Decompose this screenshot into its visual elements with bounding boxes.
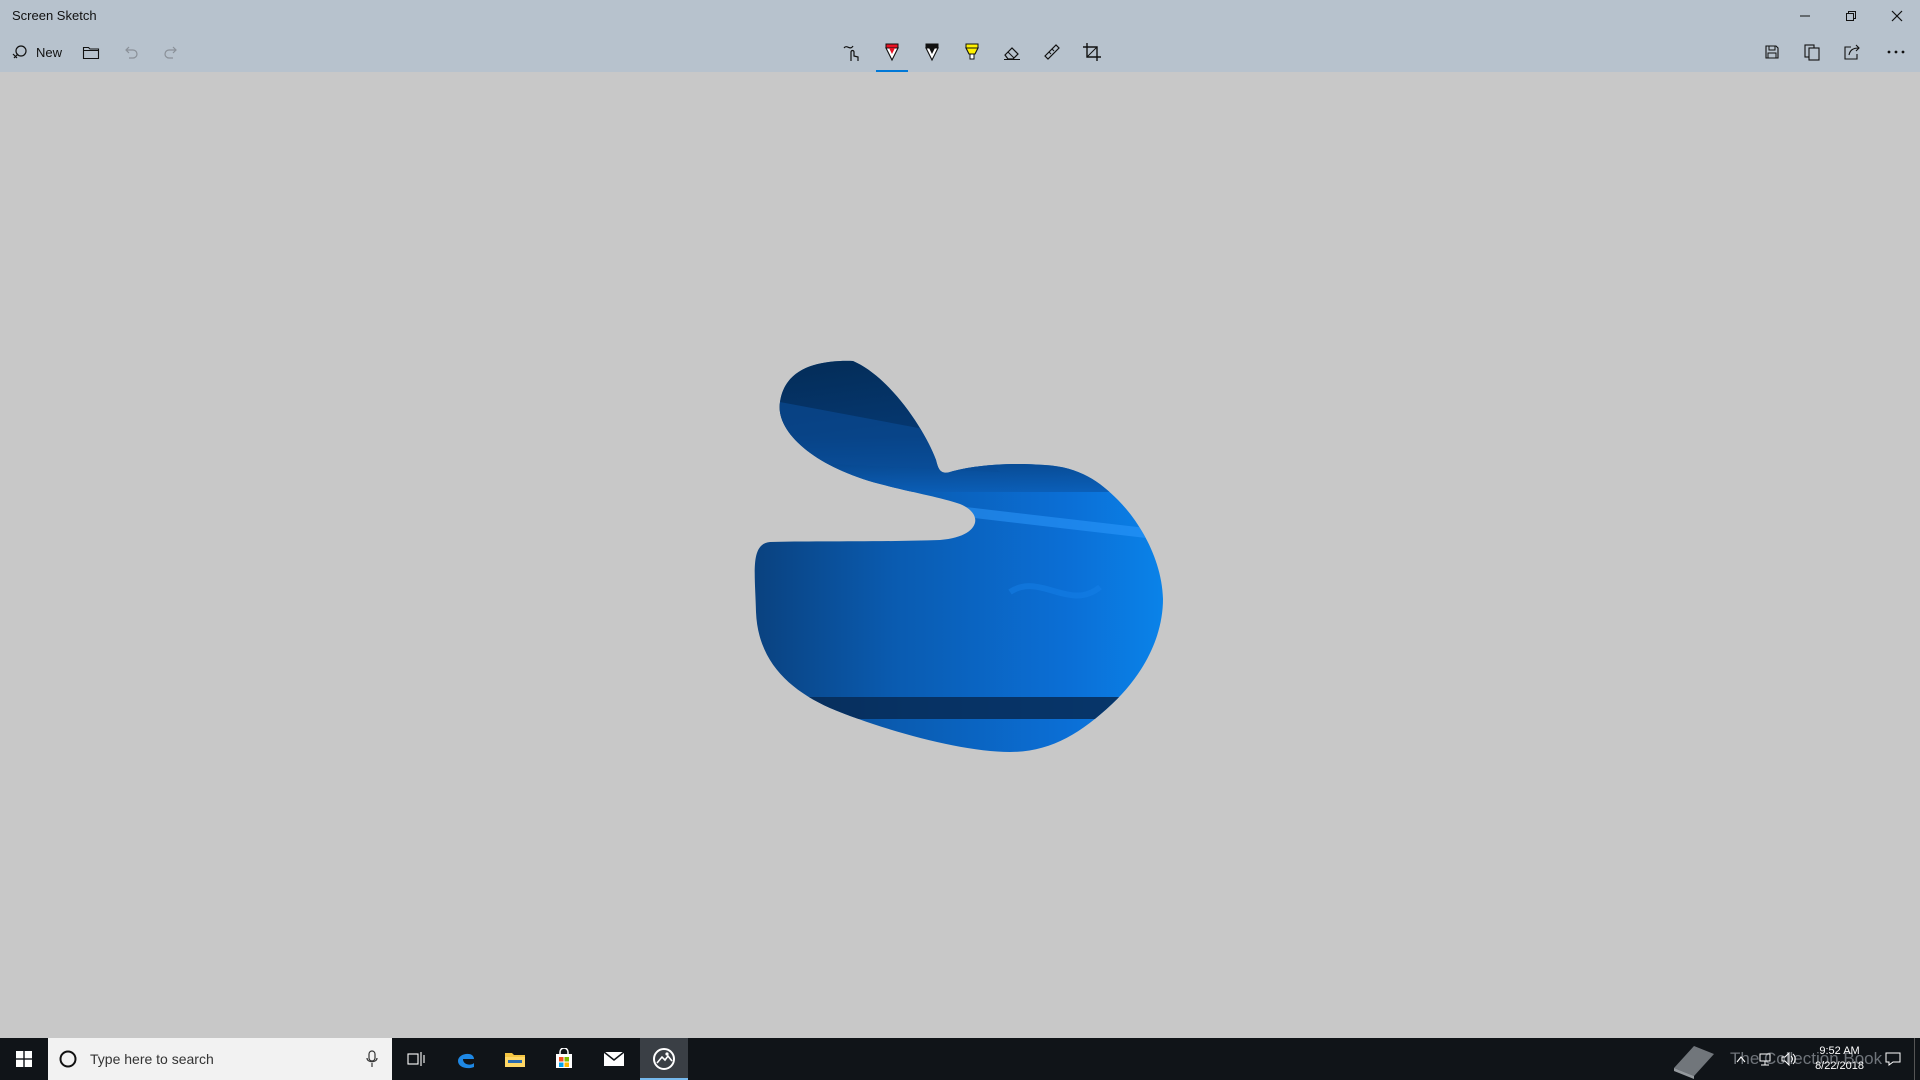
save-button[interactable] — [1752, 32, 1792, 72]
crop-button[interactable] — [1072, 32, 1112, 72]
screen-sketch-icon — [653, 1048, 675, 1070]
folder-icon — [82, 46, 100, 60]
highlighter-button[interactable] — [952, 32, 992, 72]
store-taskbar-button[interactable] — [540, 1038, 588, 1080]
crop-icon — [1083, 43, 1101, 61]
tray-overflow-button[interactable] — [1730, 1038, 1752, 1080]
clock-date: 8/22/2018 — [1815, 1060, 1864, 1072]
close-button[interactable] — [1874, 0, 1920, 32]
file-explorer-icon — [505, 1053, 525, 1067]
task-view-button[interactable] — [392, 1038, 440, 1080]
touch-writing-button[interactable] — [832, 32, 872, 72]
highlighter-icon — [965, 43, 979, 60]
touch-writing-icon — [843, 45, 859, 61]
mail-taskbar-button[interactable] — [590, 1038, 638, 1080]
minimize-icon — [1800, 15, 1810, 17]
screen-sketch-taskbar-button[interactable] — [640, 1038, 688, 1080]
clock-time: 9:52 AM — [1819, 1045, 1860, 1057]
task-view-icon — [407, 1052, 425, 1066]
network-tray-button[interactable] — [1754, 1038, 1776, 1080]
start-button[interactable] — [0, 1038, 48, 1080]
pencil-button[interactable] — [912, 32, 952, 72]
taskbar-clock[interactable]: 9:52 AM 8/22/2018 — [1815, 1044, 1864, 1074]
ballpoint-pen-icon — [885, 43, 899, 62]
notification-icon — [1885, 1052, 1901, 1066]
undo-icon — [125, 46, 138, 59]
microphone-icon[interactable] — [366, 1050, 378, 1068]
new-button-label: New — [36, 44, 63, 60]
redo-button[interactable] — [151, 32, 191, 72]
restore-icon — [1846, 11, 1856, 21]
watermark-book-logo — [1674, 1046, 1714, 1079]
mail-icon — [603, 1051, 625, 1066]
copy-button[interactable] — [1792, 32, 1832, 72]
pencil-icon — [925, 43, 939, 62]
file-explorer-taskbar-button[interactable] — [491, 1038, 539, 1080]
copy-icon — [1804, 44, 1820, 61]
show-desktop-button[interactable] — [1914, 1038, 1920, 1080]
restore-button[interactable] — [1828, 0, 1874, 32]
minimize-button[interactable] — [1782, 0, 1828, 32]
volume-icon — [1781, 1052, 1796, 1066]
ruler-button[interactable] — [1032, 32, 1072, 72]
more-button[interactable] — [1876, 32, 1916, 72]
undo-button[interactable] — [111, 32, 151, 72]
chevron-up-icon — [1736, 1056, 1746, 1063]
new-snip-icon — [12, 45, 27, 59]
cortana-icon — [59, 1050, 77, 1068]
share-button[interactable] — [1832, 32, 1872, 72]
taskbar: Type here to search The Collection Book … — [0, 1038, 1920, 1080]
redo-icon — [164, 46, 177, 59]
network-icon — [1759, 1053, 1771, 1066]
save-icon — [1765, 45, 1779, 59]
search-placeholder: Type here to search — [90, 1051, 214, 1067]
share-icon — [1844, 44, 1860, 60]
more-icon — [1887, 50, 1905, 54]
action-center-button[interactable] — [1878, 1038, 1908, 1080]
edge-taskbar-button[interactable] — [442, 1038, 490, 1080]
volume-tray-button[interactable] — [1778, 1038, 1800, 1080]
edge-browser-icon — [458, 1053, 474, 1069]
ballpoint-pen-button[interactable] — [872, 32, 912, 72]
open-button[interactable] — [71, 32, 111, 72]
eraser-button[interactable] — [992, 32, 1032, 72]
window-title: Screen Sketch — [12, 8, 97, 23]
sketch-canvas[interactable] — [0, 72, 1920, 1038]
eraser-icon — [1004, 47, 1020, 60]
snip-image — [754, 360, 1163, 752]
microsoft-store-icon — [556, 1048, 572, 1068]
taskbar-search-box[interactable]: Type here to search — [48, 1038, 392, 1080]
title-bar: Screen Sketch — [0, 0, 1920, 32]
new-button[interactable]: New — [4, 32, 64, 72]
ruler-icon — [1044, 44, 1060, 60]
windows-logo-icon — [16, 1051, 32, 1067]
toolbar: New — [0, 32, 1920, 72]
close-icon — [1891, 10, 1903, 22]
